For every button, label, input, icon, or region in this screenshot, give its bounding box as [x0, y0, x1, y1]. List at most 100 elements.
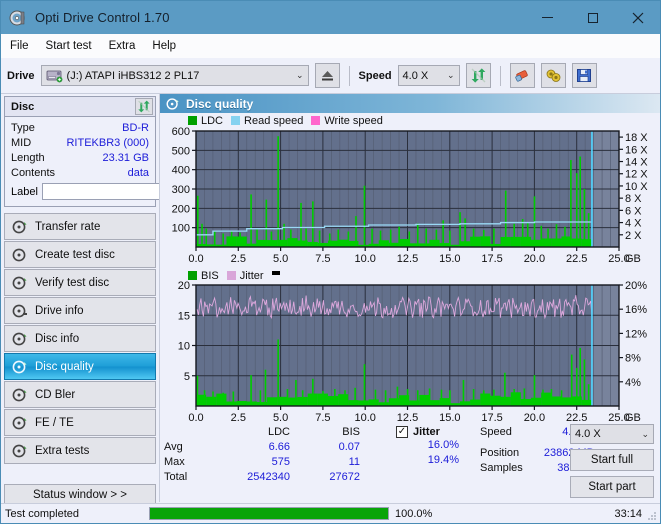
disc-icon — [166, 97, 180, 111]
legend-swatch-bis — [188, 271, 197, 280]
disc-value-contents: data — [127, 166, 149, 179]
table-row: Avg 6.66 0.07 — [164, 439, 396, 454]
svg-text:4%: 4% — [625, 377, 641, 389]
svg-text:15.0: 15.0 — [439, 253, 460, 265]
sidebar-item-label: Drive info — [35, 304, 84, 317]
menu-item-file[interactable]: File — [10, 40, 29, 52]
main-body: Disc Type BD-R MID RITEKBR3 (000) Length… — [1, 94, 660, 506]
svg-text:10.0: 10.0 — [354, 253, 375, 265]
svg-text:5: 5 — [184, 371, 190, 383]
disc-value-type: BD-R — [122, 121, 149, 134]
stats-row-label: Avg — [164, 440, 183, 453]
table-row: Total 2542340 27672 — [164, 469, 396, 484]
drive-icon — [46, 69, 63, 83]
start-full-button[interactable]: Start full — [570, 449, 654, 471]
menu-item-start-test[interactable]: Start test — [46, 40, 92, 52]
sidebar-item-disc-quality[interactable]: Disc quality — [4, 353, 156, 380]
progress-bar — [149, 507, 389, 520]
disc-refresh-button[interactable] — [135, 98, 153, 115]
navigation-list: Transfer rate Create test disc Verify te… — [4, 213, 156, 464]
svg-text:7.5: 7.5 — [315, 253, 330, 265]
sidebar-item-transfer-rate[interactable]: Transfer rate — [4, 213, 156, 240]
svg-text:0.0: 0.0 — [188, 253, 203, 265]
eject-button[interactable] — [314, 63, 340, 88]
minimize-button[interactable] — [525, 1, 570, 34]
start-part-button[interactable]: Start part — [570, 476, 654, 498]
jitter-checkbox[interactable]: ✓ — [396, 425, 408, 438]
refresh-button[interactable] — [465, 63, 491, 88]
svg-text:6 X: 6 X — [625, 205, 642, 217]
chart-ldc-readspeed: 100 200 300 400 500 600 2 X4 X6 X8 X 10 X 12 X 14… — [160, 127, 660, 267]
menu-item-help[interactable]: Help — [152, 40, 176, 52]
sidebar-item-verify-test-disc[interactable]: Verify test disc — [4, 269, 156, 296]
svg-text:8%: 8% — [625, 353, 641, 365]
sidebar-item-fe-te[interactable]: FE / TE — [4, 409, 156, 436]
chart1-svg: 100 200 300 400 500 600 2 X4 X6 X8 X10 X12 X14… — [172, 127, 649, 265]
stats-ldc-avg: 6.66 — [268, 440, 290, 453]
sidebar-item-label: Disc info — [35, 332, 80, 345]
svg-text:15: 15 — [178, 310, 190, 322]
svg-text:400: 400 — [172, 165, 190, 177]
save-button[interactable] — [571, 63, 597, 88]
toolbar-separator — [348, 65, 350, 86]
sidebar-item-disc-info[interactable]: Disc info — [4, 325, 156, 352]
disc-icon — [12, 247, 28, 263]
disc-panel-header: Disc — [5, 97, 155, 117]
sidebar-item-extra-tests[interactable]: Extra tests — [4, 437, 156, 464]
drive-value: (J:) ATAPI iHBS312 2 PL17 — [66, 69, 200, 82]
sidebar-item-label: Disc quality — [35, 360, 94, 373]
jitter-block: ✓ Jitter 16.0% 19.4% — [396, 424, 476, 484]
stats-header-row: LDC BIS — [164, 424, 396, 439]
erase-button[interactable] — [509, 63, 535, 88]
legend-label-jitter: Jitter — [239, 269, 264, 282]
statistics-panel: LDC BIS Avg 6.66 0.07 Max 575 11 Total 2… — [160, 422, 660, 502]
maximize-button[interactable] — [570, 1, 615, 34]
svg-text:4 X: 4 X — [625, 218, 642, 230]
sidebar-item-label: CD Bler — [35, 388, 76, 401]
sidebar-item-drive-info[interactable]: Drive info — [4, 297, 156, 324]
content-panel: Disc quality LDC Read speed Write speed … — [159, 94, 660, 502]
disc-row-contents: Contents data — [11, 165, 149, 180]
test-speed-select[interactable]: 4.0 X ⌄ — [570, 424, 654, 444]
svg-text:500: 500 — [172, 145, 190, 157]
chart-bis-jitter: 5 10 15 20 4% 8% 12% 16% 20% 0.0 2.5 5.0 7.5 10.0 12.5… — [160, 281, 660, 426]
sidebar-item-label: Create test disc — [35, 248, 115, 261]
legend-label-ldc: LDC — [201, 114, 224, 127]
close-button[interactable] — [615, 1, 660, 34]
menu-item-extra[interactable]: Extra — [109, 40, 136, 52]
legend-label-bis: BIS — [201, 269, 219, 282]
jitter-avg-value: 16.0% — [427, 439, 459, 451]
legend-swatch-read-speed — [231, 116, 241, 125]
disc-icon — [12, 359, 28, 375]
stats-bis-avg: 0.07 — [338, 440, 360, 453]
svg-text:600: 600 — [172, 127, 190, 138]
speed-select[interactable]: 4.0 X ⌄ — [397, 65, 460, 86]
chart2-legend: BIS Jitter — [160, 267, 660, 282]
disc-panel-title: Disc — [11, 100, 35, 113]
resize-grip[interactable] — [648, 511, 657, 520]
tools-button[interactable] — [540, 63, 566, 88]
svg-text:20.0: 20.0 — [524, 253, 545, 265]
svg-text:8 X: 8 X — [625, 193, 642, 205]
svg-text:20%: 20% — [625, 281, 647, 292]
stats-col-bis: BIS — [342, 425, 360, 438]
jitter-toggle-row[interactable]: ✓ Jitter — [396, 424, 476, 439]
legend-swatch-jitter — [226, 271, 236, 280]
stats-col-ldc: LDC — [267, 425, 290, 438]
legend-label-read-speed: Read speed — [244, 114, 304, 127]
legend-label-write-speed: Write speed — [324, 114, 383, 127]
svg-text:14 X: 14 X — [625, 157, 648, 169]
disc-key-type: Type — [11, 121, 35, 134]
window-title: Opti Drive Control 1.70 — [35, 10, 170, 25]
disc-value-length: 23.31 GB — [102, 151, 149, 164]
legend-swatch-write-speed — [311, 116, 321, 125]
svg-text:22.5: 22.5 — [566, 253, 587, 265]
sidebar-item-create-test-disc[interactable]: Create test disc — [4, 241, 156, 268]
sidebar-item-cd-bler[interactable]: CD Bler — [4, 381, 156, 408]
disc-icon — [12, 387, 28, 403]
chevron-down-icon: ⌄ — [295, 70, 304, 80]
drive-select[interactable]: (J:) ATAPI iHBS312 2 PL17 ⌄ — [40, 65, 309, 86]
stats-table: LDC BIS Avg 6.66 0.07 Max 575 11 Total 2… — [164, 424, 396, 484]
stats-ldc-total: 2542340 — [247, 470, 290, 483]
disc-row-length: Length 23.31 GB — [11, 150, 149, 165]
